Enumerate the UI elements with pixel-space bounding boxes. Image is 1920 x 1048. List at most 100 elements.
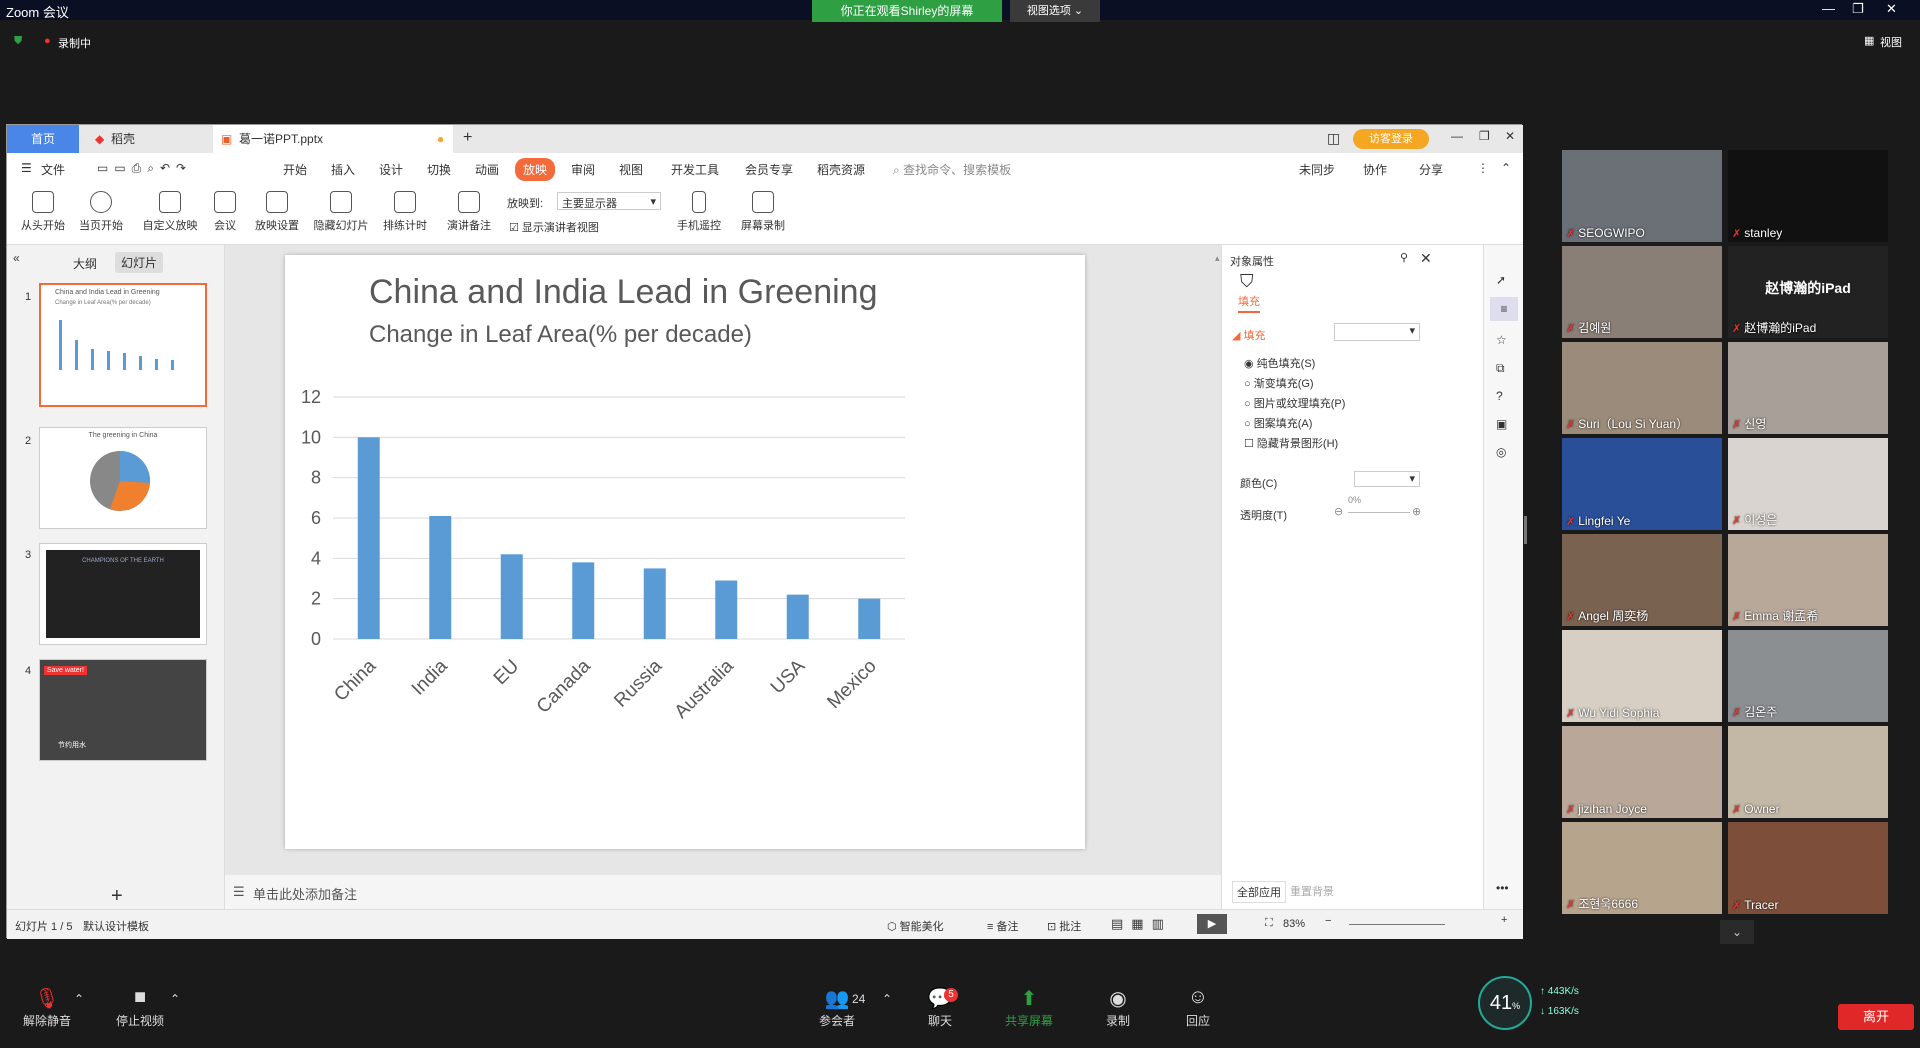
grid-icon[interactable]: ▦ [1864,34,1874,47]
menu-start[interactable]: 开始 [283,161,307,178]
unmute-button[interactable]: 🎙 解除静音 [20,986,74,1029]
zoom-slider[interactable] [1349,924,1445,925]
collab-button[interactable]: 协作 [1363,161,1387,178]
participant-tile[interactable]: ✗ Lingfei Ye [1562,438,1722,530]
scroll-up-icon[interactable]: ▴ [1215,253,1220,264]
participants-options-icon[interactable]: ⌃ [882,992,892,1006]
beautify-button[interactable]: ⬡ 智能美化 [887,918,944,934]
project-to-select[interactable]: 主要显示器 ▾ [557,192,661,210]
show-settings-button[interactable]: 放映设置 [249,183,305,245]
color-picker[interactable]: ▾ [1354,471,1420,487]
guest-login-button[interactable]: 访客登录 [1353,129,1429,149]
tab-slides[interactable]: 幻灯片 [115,252,164,273]
hide-bg-checkbox[interactable]: ☐ 隐藏背景图形(H) [1244,435,1338,451]
audio-options-icon[interactable]: ⌃ [74,992,84,1006]
view-mode-icons[interactable]: ▤▦▥ [1111,916,1172,932]
menu-docer-resources[interactable]: 稻壳资源 [817,161,865,178]
slide-1[interactable]: China and India Lead in Greening Change … [285,255,1085,849]
add-slide-icon[interactable]: + [111,885,123,908]
wps-restore-icon[interactable]: ❐ [1479,129,1490,143]
custom-show-button[interactable]: 自定义放映 [137,183,203,245]
slide-thumb-1[interactable]: China and India Lead in Greening Change … [39,283,207,407]
location-icon[interactable]: ◎ [1496,445,1506,459]
fill-section-header[interactable]: ◢ 填充 [1232,327,1266,343]
participant-tile[interactable]: ✗ 이성은 [1728,438,1888,530]
menu-view[interactable]: 视图 [619,161,643,178]
zoom-out-icon[interactable]: − [1325,915,1331,927]
phone-remote-button[interactable]: 手机遥控 [671,183,727,245]
menu-slideshow[interactable]: 放映 [515,158,556,181]
hide-slide-button[interactable]: 隐藏幻灯片 [309,183,373,245]
view-button[interactable]: 视图 [1880,34,1902,50]
participant-tile[interactable]: ✗ jizihan Joyce [1562,726,1722,818]
menu-file[interactable]: 文件 [41,161,65,178]
slide-subtitle[interactable]: Change in Leaf Area(% per decade) [369,321,752,349]
video-options-icon[interactable]: ⌃ [170,992,180,1006]
stop-video-button[interactable]: ■ 停止视频 [112,986,168,1029]
menu-member[interactable]: 会员专享 [745,161,793,178]
rocket-icon[interactable]: ➚ [1496,273,1506,287]
participant-tile[interactable]: ✗ Suri（Lou Si Yuan） [1562,342,1722,434]
fill-option-solid[interactable]: ◉ 纯色填充(S) [1244,355,1315,371]
participant-tile[interactable]: ✗ Angel 周奕杨 [1562,534,1722,626]
wps-close-icon[interactable]: ✕ [1505,129,1515,143]
notes-toggle[interactable]: ≡ 备注 [987,918,1018,934]
menu-review[interactable]: 审阅 [571,161,595,178]
transition-icon[interactable]: ⧉ [1496,361,1505,376]
presenter-view-checkbox[interactable]: ☑ 显示演讲者视图 [509,219,599,235]
reactions-button[interactable]: ☺ 回应 [1178,986,1218,1029]
view-options-button[interactable]: 视图选项 ⌄ [1010,0,1100,22]
menu-animation[interactable]: 动画 [475,161,499,178]
tab-pptx[interactable]: ▣ 葛一诺PPT.pptx ● [213,125,453,153]
participant-tile[interactable]: ✗ Tracer [1728,822,1888,914]
new-tab-icon[interactable]: + [463,129,472,147]
participant-tile[interactable]: ✗ stanley [1728,150,1888,242]
menu-developer[interactable]: 开发工具 [671,161,719,178]
quick-access-icons[interactable]: ▭▭⎙⌕↶↷ [97,161,192,176]
notes-area[interactable]: ☰ 单击此处添加备注 [225,875,1221,909]
more-tools-icon[interactable]: ••• [1496,881,1509,895]
collapse-ribbon-icon[interactable]: ⌃ [1501,161,1511,175]
menu-insert[interactable]: 插入 [331,161,355,178]
layout-icon[interactable]: ◫ [1327,130,1340,147]
fill-tab[interactable]: 填充 [1238,293,1260,313]
from-start-button[interactable]: 从头开始 [15,183,71,245]
bar-chart[interactable]: 0 2 4 6 8 10 12 China India EU Canada Russia Austral… [285,375,1085,849]
menu-icon[interactable]: ☰ [21,161,32,175]
share-screen-button[interactable]: ⬆ 共享屏幕 [998,986,1060,1029]
participant-tile[interactable]: ✗ SEOGWIPO [1562,150,1722,242]
participant-tile[interactable]: ✗ 신영 [1728,342,1888,434]
restore-icon[interactable]: ❐ [1852,1,1864,17]
record-button[interactable]: ◉ 录制 [1098,986,1138,1029]
image-icon[interactable]: ▣ [1496,417,1507,431]
slide-thumb-4[interactable]: Save water! 节约用水 [39,659,207,761]
from-current-button[interactable]: 当页开始 [73,183,129,245]
comment-toggle[interactable]: ⊡ 批注 [1047,918,1081,934]
participant-tile[interactable]: 赵博瀚的iPad ✗ 赵博瀚的iPad [1728,246,1888,338]
leave-button[interactable]: 离开 [1838,1004,1914,1030]
apply-all-button[interactable]: 全部应用 [1232,881,1286,903]
screen-record-button[interactable]: 屏幕录制 [735,183,791,245]
slide-thumb-3[interactable]: CHAMPIONS OF THE EARTH [39,543,207,645]
tab-outline[interactable]: 大纲 [73,255,97,272]
more-icon[interactable]: ⋮ [1477,161,1489,175]
help-icon[interactable]: ? [1496,389,1503,403]
fill-option-pattern[interactable]: ○ 图案填充(A) [1244,415,1312,431]
close-icon[interactable]: ✕ [1886,1,1897,17]
reset-bg-button[interactable]: 重置背景 [1286,881,1338,901]
tab-docer[interactable]: ◆ 稻壳 [87,125,207,153]
participant-tile[interactable]: ✗ 김온주 [1728,630,1888,722]
close-pane-icon[interactable]: ✕ [1420,250,1432,267]
fill-dropdown[interactable]: ▾ [1334,323,1420,341]
participant-tile[interactable]: ✗ Emma 谢孟希 [1728,534,1888,626]
rehearse-button[interactable]: 排练计时 [377,183,433,245]
menu-design[interactable]: 设计 [379,161,403,178]
participant-tile[interactable]: ✗ Wu Yidi Sophia [1562,630,1722,722]
slide-thumb-2[interactable]: The greening in China [39,427,207,529]
sync-status[interactable]: 未同步 [1299,161,1335,178]
slide-title[interactable]: China and India Lead in Greening [369,273,878,312]
wps-minimize-icon[interactable]: — [1451,129,1463,143]
zoom-in-icon[interactable]: + [1501,914,1507,926]
fill-option-gradient[interactable]: ○ 渐变填充(G) [1244,375,1314,391]
properties-icon[interactable]: ≡ [1490,297,1518,321]
